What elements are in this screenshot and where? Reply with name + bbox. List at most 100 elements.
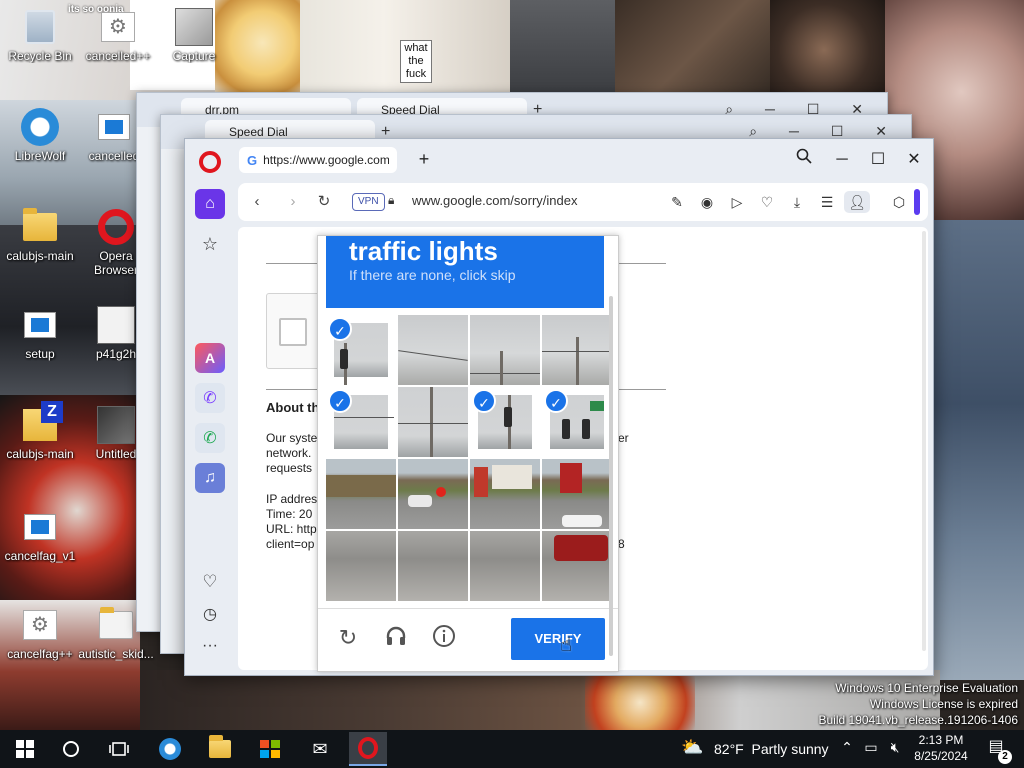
- system-clock[interactable]: 2:13 PM 8/25/2024: [906, 732, 976, 764]
- volume-muted-icon[interactable]: 🔇︎: [886, 739, 904, 756]
- whatsapp-icon[interactable]: ✆: [195, 423, 225, 453]
- paragraph-line: Our syste: [266, 431, 318, 445]
- clock-date: 8/25/2024: [914, 749, 968, 763]
- maximize-icon[interactable]: ☐: [865, 147, 891, 173]
- opera-icon: [97, 208, 135, 246]
- info-line: Time: 20: [266, 507, 313, 521]
- audio-challenge-icon[interactable]: [382, 624, 410, 652]
- messenger-icon[interactable]: ✆: [195, 383, 225, 413]
- grid-tile[interactable]: [542, 315, 612, 385]
- info-fragment: 8: [618, 537, 625, 551]
- desktop-icon-librewolf[interactable]: LibreWolf: [0, 108, 80, 163]
- send-icon[interactable]: ▷: [726, 191, 748, 213]
- desktop-icon-recycle-bin[interactable]: Recycle Bin: [0, 8, 80, 63]
- search-tabs-icon[interactable]: [791, 147, 817, 173]
- gears-icon: ⚙: [99, 8, 137, 46]
- challenge-scrollbar[interactable]: [609, 296, 613, 656]
- librewolf-icon[interactable]: [155, 734, 185, 764]
- desktop-icon-calubjs-main-zip[interactable]: calubjs-main: [0, 401, 80, 461]
- download-icon[interactable]: ⤓: [786, 191, 808, 213]
- wallpaper-cartoon: [585, 675, 695, 730]
- active-tab[interactable]: G https://www.google.com/: [239, 147, 397, 173]
- wallpaper-sign: what the fuck: [400, 40, 432, 83]
- grid-tile[interactable]: [542, 531, 612, 601]
- lock-icon[interactable]: 🔒︎: [388, 193, 394, 208]
- info-line: IP addres: [266, 492, 318, 506]
- file-explorer-icon[interactable]: [205, 734, 235, 764]
- grid-tile[interactable]: [398, 387, 468, 457]
- extensions-cube-icon[interactable]: ⬡: [888, 191, 910, 213]
- grid-tile[interactable]: ✓: [326, 387, 396, 457]
- grid-tile[interactable]: [398, 531, 468, 601]
- wallpaper-panel: [510, 0, 620, 95]
- new-tab-icon[interactable]: +: [415, 148, 433, 170]
- reload-challenge-icon[interactable]: ↻: [334, 624, 362, 652]
- grid-tile[interactable]: [470, 459, 540, 529]
- forward-icon[interactable]: ›: [284, 191, 302, 213]
- desktop-icon-calubjs-main[interactable]: calubjs-main: [0, 208, 80, 263]
- snapshot-camera-icon[interactable]: ◉: [696, 191, 718, 213]
- about-heading: About th: [266, 400, 320, 415]
- chevron-up-icon[interactable]: ⌃: [838, 739, 856, 756]
- edit-icon[interactable]: ✎: [666, 191, 688, 213]
- profile-icon[interactable]: 👤︎: [844, 191, 870, 213]
- task-view-icon[interactable]: [104, 734, 134, 764]
- desktop-icon-capture[interactable]: Capture: [154, 8, 234, 63]
- opera-menu-icon[interactable]: [199, 151, 221, 173]
- partly-sunny-icon[interactable]: ⛅: [681, 737, 707, 761]
- info-icon[interactable]: [430, 624, 458, 652]
- grid-tile[interactable]: [326, 459, 396, 529]
- notification-center-icon[interactable]: ▤ 2: [982, 736, 1012, 764]
- music-player-icon[interactable]: ♫: [195, 463, 225, 493]
- home-icon[interactable]: ⌂: [195, 189, 225, 219]
- pinboard-heart-icon[interactable]: ♡: [195, 567, 225, 597]
- network-icon[interactable]: ▭: [862, 739, 880, 756]
- search-icon[interactable]: [56, 734, 86, 764]
- store-icon[interactable]: [255, 734, 285, 764]
- minimize-icon[interactable]: ─: [829, 147, 855, 173]
- star-icon[interactable]: ☆: [195, 229, 225, 259]
- heart-icon[interactable]: ♡: [756, 191, 778, 213]
- watermark-line: Build 19041.vb_release.191206-1406: [818, 713, 1019, 727]
- grid-tile[interactable]: [398, 315, 468, 385]
- hand-cursor-icon: ☝: [560, 634, 573, 656]
- desktop-icon-label: autistic_skid...: [78, 647, 154, 661]
- grid-tile[interactable]: [542, 459, 612, 529]
- recaptcha-checkbox[interactable]: [279, 318, 307, 346]
- verify-button[interactable]: VERIFY: [511, 618, 605, 660]
- desktop-icon-cancelfag-plusplus[interactable]: ⚙ cancelfag++: [0, 606, 80, 661]
- reload-icon[interactable]: ↻: [314, 191, 334, 213]
- grid-tile[interactable]: ✓: [542, 387, 612, 457]
- opera-sidebar: ⌂ ☆ A ✆ ✆ ♫ ♡ ◷ ···: [185, 181, 237, 675]
- page-scrollbar[interactable]: [922, 231, 926, 651]
- vpn-badge[interactable]: VPN: [352, 193, 385, 211]
- weather-widget[interactable]: 82°F Partly sunny: [714, 741, 829, 757]
- clock-time: 2:13 PM: [918, 733, 964, 747]
- opera-icon[interactable]: [349, 732, 387, 766]
- weather-text: Partly sunny: [751, 741, 829, 757]
- desktop-icon-cancelfag-v1[interactable]: cancelfag_v1: [0, 508, 80, 563]
- sidebar-toggle-icon[interactable]: [914, 189, 920, 215]
- grid-tile[interactable]: [470, 315, 540, 385]
- close-icon[interactable]: ✕: [901, 147, 927, 173]
- gears-icon: ⚙: [21, 606, 59, 644]
- paragraph-line: network.: [266, 446, 312, 460]
- easy-setup-icon[interactable]: ☰: [816, 191, 838, 213]
- start-icon[interactable]: [10, 734, 40, 764]
- mail-icon[interactable]: ✉: [305, 734, 335, 764]
- checkmark-icon: ✓: [328, 317, 352, 341]
- back-icon[interactable]: ‹: [248, 191, 266, 213]
- history-icon[interactable]: ◷: [195, 599, 225, 629]
- aria-icon[interactable]: A: [195, 343, 225, 373]
- grid-tile[interactable]: [470, 531, 540, 601]
- more-icon[interactable]: ···: [195, 631, 225, 661]
- desktop-icon-cancelled-plusplus[interactable]: ⚙ cancelled++: [78, 8, 158, 63]
- grid-tile[interactable]: [326, 531, 396, 601]
- librewolf-icon: [21, 108, 59, 146]
- url-text[interactable]: www.google.com/sorry/index: [412, 193, 577, 208]
- grid-tile[interactable]: ✓: [470, 387, 540, 457]
- grid-tile[interactable]: [398, 459, 468, 529]
- grid-tile[interactable]: ✓: [326, 315, 396, 385]
- desktop-icon-label: Recycle Bin: [8, 49, 72, 63]
- desktop-icon-setup[interactable]: setup: [0, 306, 80, 361]
